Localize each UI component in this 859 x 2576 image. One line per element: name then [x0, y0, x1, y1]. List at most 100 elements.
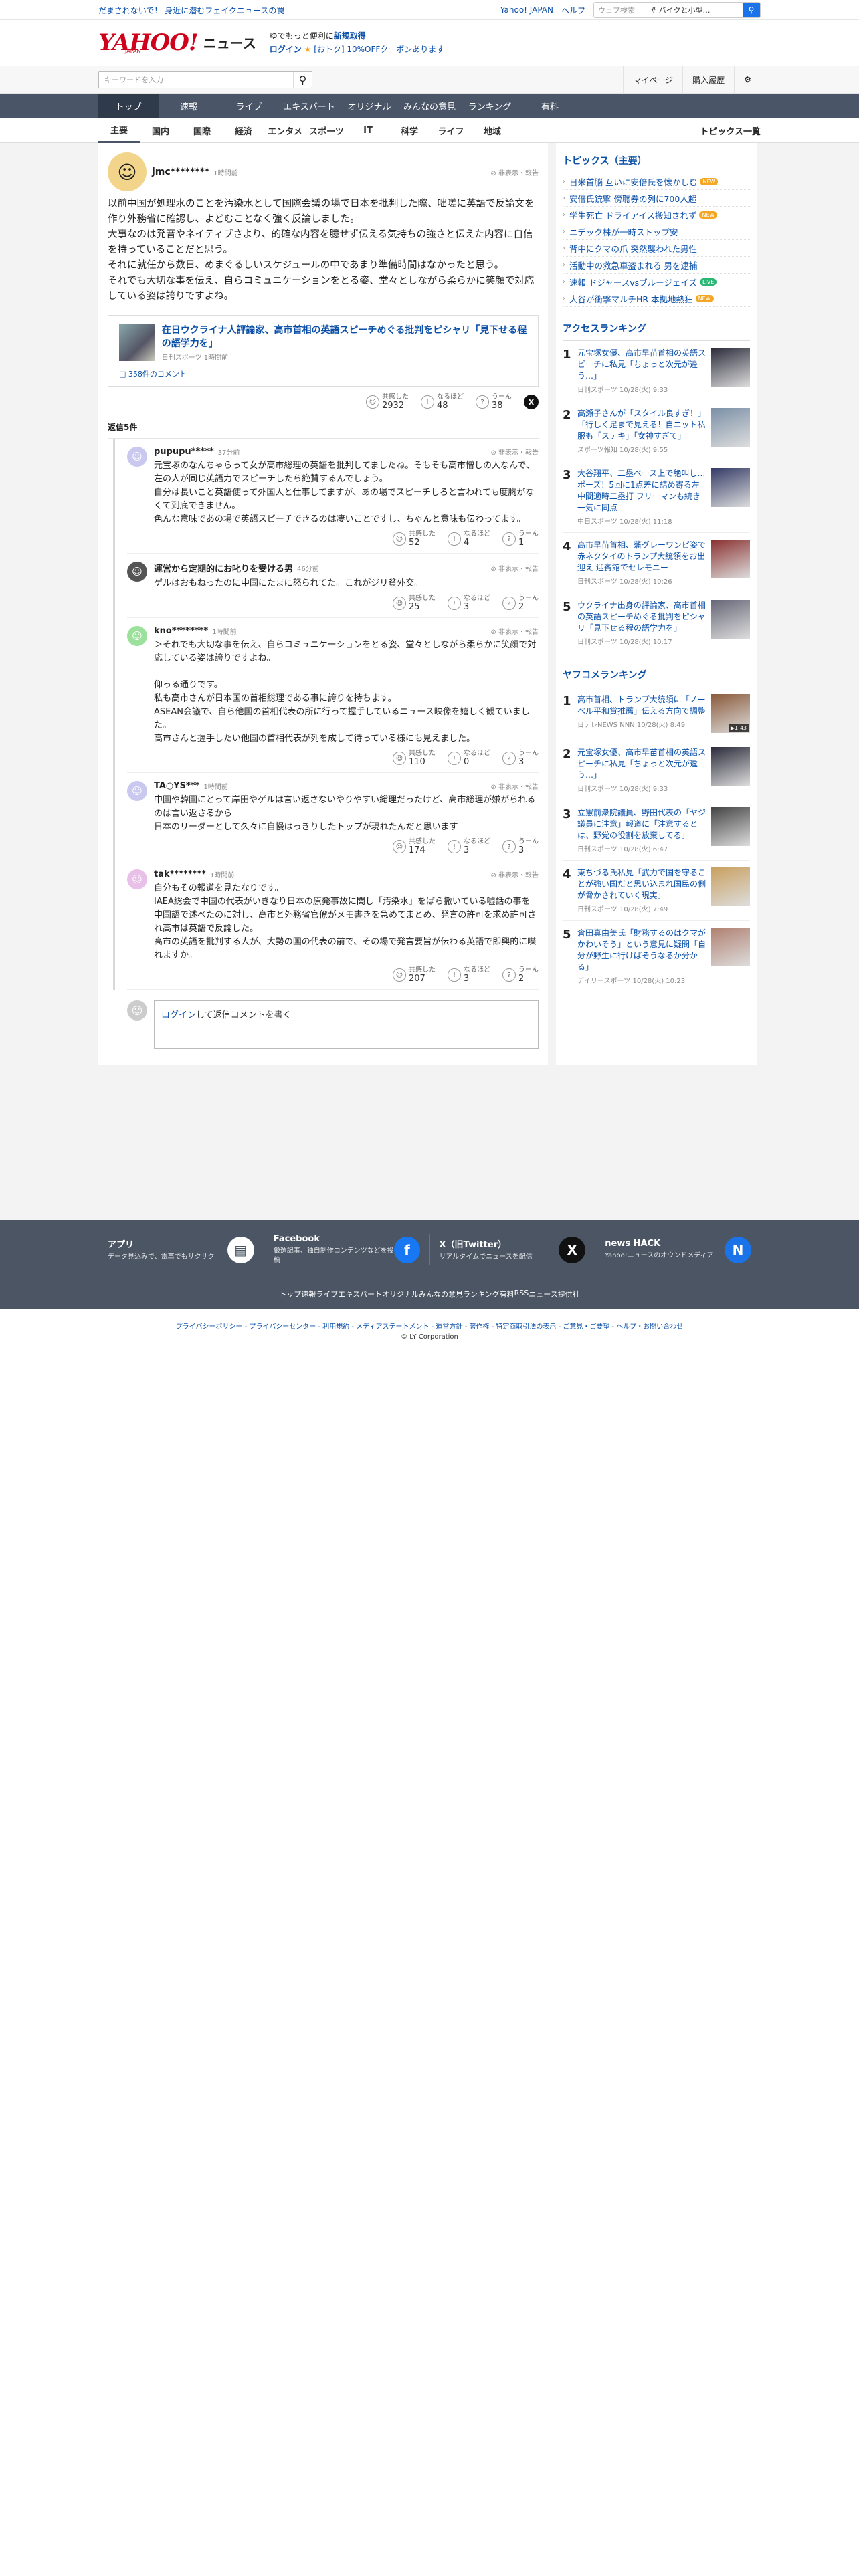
ranking-item[interactable]: 5 ウクライナ出身の評論家、高市首相の英語スピーチめぐる批判をピシャリ「見下せる程… — [563, 593, 750, 653]
top-notice-link[interactable]: だまされないで！ 身近に潜むフェイクニュースの罠 — [98, 5, 284, 16]
ranking-item[interactable]: 1 高市首相、トランプ大統領に「ノーベル平和賞推薦」伝える方向で調整 日テレNEWS… — [563, 687, 750, 740]
footer-nav-link[interactable]: ニュース提供社 — [529, 1289, 579, 1299]
topic-link[interactable]: › 活動中の救急車盗まれる 男を逮捕 — [563, 257, 750, 274]
hmm-button[interactable]: ? うーん 38 — [476, 393, 512, 411]
insight-button[interactable]: ! なるほど 4 — [448, 530, 490, 548]
web-search-input[interactable]: ウェブ検索 — [594, 3, 646, 17]
insight-button[interactable]: ! なるほど 3 — [448, 838, 490, 855]
footer-nav-link[interactable]: みんなの意見 — [419, 1289, 463, 1299]
gnav-top[interactable]: トップ — [98, 94, 159, 118]
ranking-item[interactable]: 1 元宝塚女優、高市早苗首相の英語スピーチに私見「ちょっと次元が違う…」 日刊スポー… — [563, 341, 750, 401]
gnav-original[interactable]: オリジナル — [339, 94, 399, 118]
footer-col-news-hack[interactable]: news HACK Yahoo!ニュースのオウンドメディア N — [595, 1234, 761, 1265]
empathy-button[interactable]: ☺ 共感した 25 — [393, 595, 436, 612]
gnav-paid[interactable]: 有料 — [520, 94, 580, 118]
cnav-life[interactable]: ライフ — [430, 124, 472, 137]
insight-button[interactable]: ! なるほど 0 — [448, 750, 490, 767]
footer-col-x[interactable]: X（旧Twitter） リアルタイムでニュースを配信 X — [430, 1234, 596, 1265]
hmm-button[interactable]: ? うーん 2 — [502, 966, 539, 984]
cnav-economy[interactable]: 経済 — [223, 124, 264, 137]
ranking-item[interactable]: 4 高市早苗首相、藩グレーワンピ姿で赤ネクタイのトランプ大統領をお出迎え 迎賓館で… — [563, 533, 750, 593]
empathy-button[interactable]: ☺ 共感した 174 — [393, 838, 436, 855]
web-search-suggest[interactable]: # バイクと小型… — [646, 5, 743, 15]
footer-nav-link[interactable]: オリジナル — [382, 1289, 419, 1299]
insight-button[interactable]: ! なるほど 3 — [448, 966, 490, 984]
ranking-item[interactable]: 5 倉田真由美氏「財務するのはクマがかわいそう」という意見に疑問「自分が野生に行け… — [563, 921, 750, 992]
article-title[interactable]: 在日ウクライナ人評論家、高市首相の英語スピーチめぐる批判をピシャリ「見下せる程の… — [162, 324, 527, 350]
reply-author[interactable]: TA○YS*** — [154, 781, 199, 791]
legal-links[interactable]: プライバシーポリシー - プライバシーセンター - 利用規約 - メディアステー… — [0, 1309, 859, 1333]
gnav-ranking[interactable]: ランキング — [460, 94, 520, 118]
report-link[interactable]: ⊘ 非表示・報告 — [490, 563, 539, 573]
report-link[interactable]: ⊘ 非表示・報告 — [490, 447, 539, 457]
gnav-opinion[interactable]: みんなの意見 — [399, 94, 460, 118]
keyword-input[interactable]: キーワードを入力 — [99, 74, 293, 85]
footer-nav-link[interactable]: ランキング — [463, 1289, 500, 1299]
cnav-local[interactable]: 地域 — [472, 124, 513, 137]
topic-link[interactable]: › 速報 ドジャースvsブルージェイズ LIVE — [563, 274, 750, 290]
hmm-button[interactable]: ? うーん 1 — [502, 530, 539, 548]
hmm-button[interactable]: ? うーん 3 — [502, 750, 539, 767]
purchase-history-button[interactable]: 購入履歴 — [682, 66, 734, 93]
ranking-item[interactable]: 2 高瀬子さんが「スタイル良すぎ！」「行しく足まで見える！自ニット私服も「ステキ」… — [563, 401, 750, 461]
search-icon[interactable]: ⚲ — [293, 72, 312, 88]
topic-link[interactable]: › 背中にクマの爪 突然襲われた男性 — [563, 240, 750, 257]
yahoo-japan-link[interactable]: Yahoo! JAPAN — [500, 5, 553, 15]
login-link[interactable]: ログイン — [270, 45, 302, 54]
reply-login-link[interactable]: ログイン — [161, 1010, 196, 1021]
article-comments-link[interactable]: □ 358件のコメント — [119, 368, 527, 379]
empathy-button[interactable]: ☺ 共感した 207 — [393, 966, 436, 984]
topic-link[interactable]: › ニデック株が一時ストップ安 — [563, 223, 750, 240]
yahoo-news-logo[interactable]: YAHOO! JAPAN ニュース — [98, 31, 256, 54]
hmm-button[interactable]: ? うーん 3 — [502, 838, 539, 855]
cnav-main[interactable]: 主要 — [98, 118, 140, 143]
report-link[interactable]: ⊘ 非表示・報告 — [490, 869, 539, 879]
topic-link[interactable]: › 学生死亡 ドライアイス搬知されず NEW — [563, 207, 750, 223]
topic-link[interactable]: › 安倍氏銃撃 傍聴券の列に700人超 — [563, 190, 750, 207]
empathy-button[interactable]: ☺ 共感した 52 — [393, 530, 436, 548]
ranking-item[interactable]: 3 立憲前衆院議員、野田代表の「ヤジ議員に注意」報道に「注意するとは、野党の役割を… — [563, 800, 750, 861]
gnav-expert[interactable]: エキスパート — [279, 94, 339, 118]
empathy-button[interactable]: ☺ 共感した 110 — [393, 750, 436, 767]
footer-nav-link[interactable]: ライブ — [316, 1289, 338, 1299]
reply-author[interactable]: pupupu***** — [154, 447, 214, 457]
report-link[interactable]: ⊘ 非表示・報告 — [490, 781, 539, 791]
reply-author[interactable]: 運営から定期的にお叱りを受ける男 — [154, 562, 293, 574]
footer-nav-link[interactable]: エキスパート — [338, 1289, 382, 1299]
reply-author[interactable]: tak******** — [154, 869, 206, 879]
topic-link[interactable]: › 大谷が衝撃マルチHR 本拠地熱狂 NEW — [563, 290, 750, 307]
x-share-icon[interactable]: X — [524, 395, 539, 409]
cnav-it[interactable]: IT — [347, 126, 389, 136]
gnav-live[interactable]: ライブ — [219, 94, 279, 118]
signup-link[interactable]: 新規取得 — [334, 31, 366, 41]
insight-button[interactable]: ! なるほど 48 — [421, 393, 464, 411]
footer-col-app[interactable]: アプリ データ見込みで、電車でもサクサク ▤ — [98, 1234, 264, 1265]
reply-author[interactable]: kno******** — [154, 626, 208, 636]
footer-nav-link[interactable]: トップ — [279, 1289, 301, 1299]
gnav-breaking[interactable]: 速報 — [159, 94, 219, 118]
ranking-item[interactable]: 4 東ちづる氏私見「武力で国を守ることが強い国だと思い込まれ国民の側が脅かされてい… — [563, 861, 750, 921]
gear-icon[interactable]: ⚙ — [734, 66, 761, 93]
topics-list-link[interactable]: トピックス一覧 — [700, 124, 761, 137]
ranking-item[interactable]: 2 元宝塚女優、高市早苗首相の英語スピーチに私見「ちょっと次元が違う…」 日刊スポー… — [563, 740, 750, 800]
search-icon[interactable]: ⚲ — [743, 3, 760, 17]
cnav-entertainment[interactable]: エンタメ — [264, 124, 306, 137]
topic-link[interactable]: › 日米首脳 互いに安倍氏を懐かしむ NEW — [563, 173, 750, 190]
cnav-science[interactable]: 科学 — [389, 124, 430, 137]
comment-author[interactable]: jmc******** — [152, 167, 209, 177]
empathy-button[interactable]: ☺ 共感した 2932 — [366, 393, 409, 411]
footer-col-facebook[interactable]: Facebook 厳選記事、独自制作コンテンツなどを投稿 f — [264, 1234, 430, 1265]
report-link[interactable]: ⊘ 非表示・報告 — [490, 167, 539, 177]
reply-input[interactable]: ログインして返信コメントを書く — [154, 1000, 539, 1049]
cnav-sports[interactable]: スポーツ — [306, 124, 347, 137]
insight-button[interactable]: ! なるほど 3 — [448, 595, 490, 612]
report-link[interactable]: ⊘ 非表示・報告 — [490, 626, 539, 636]
cnav-domestic[interactable]: 国内 — [140, 124, 181, 137]
quoted-article[interactable]: 在日ウクライナ人評論家、高市首相の英語スピーチめぐる批判をピシャリ「見下せる程の… — [108, 315, 539, 387]
cnav-world[interactable]: 国際 — [181, 124, 223, 137]
hmm-button[interactable]: ? うーん 2 — [502, 595, 539, 612]
footer-nav-link[interactable]: RSS — [514, 1289, 529, 1299]
footer-nav-link[interactable]: 有料 — [500, 1289, 514, 1299]
help-link[interactable]: ヘルプ — [561, 5, 585, 16]
mypage-button[interactable]: マイページ — [623, 66, 682, 93]
